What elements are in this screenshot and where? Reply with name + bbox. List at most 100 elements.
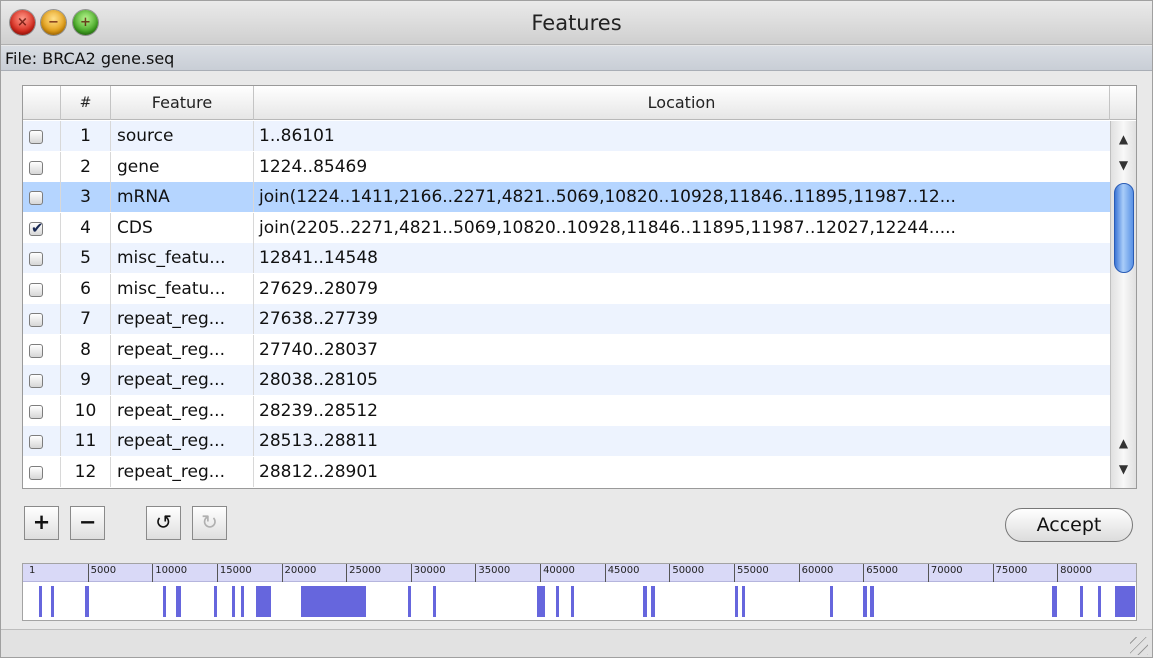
row-number: 2 <box>61 151 111 182</box>
row-checkbox[interactable] <box>29 252 43 266</box>
feature-segment[interactable] <box>214 586 218 617</box>
row-number: 12 <box>61 456 111 487</box>
window-title: Features <box>531 11 622 35</box>
table-row[interactable]: 6 misc_featu... 27629..28079 <box>23 273 1110 304</box>
row-location: 27740..28037 <box>259 339 378 360</box>
row-location: join(1224..1411,2166..2271,4821..5069,10… <box>259 187 956 207</box>
table-row[interactable]: 2 gene 1224..85469 <box>23 151 1110 182</box>
row-feature: CDS <box>111 212 254 243</box>
table-row[interactable]: 5 misc_featu... 12841..14548 <box>23 243 1110 274</box>
row-checkbox-cell <box>23 365 61 395</box>
row-checkbox[interactable] <box>29 160 43 175</box>
feature-segment[interactable] <box>1080 586 1084 617</box>
row-checkbox-cell <box>23 243 61 273</box>
row-location: 27629..28079 <box>259 278 378 299</box>
feature-segment[interactable] <box>432 586 436 617</box>
row-location: 28038..28105 <box>259 370 378 390</box>
file-label: File: BRCA2 gene.seq <box>1 46 1152 71</box>
title-bar[interactable]: × − + Features <box>1 1 1152 45</box>
features-table: # Feature Location 1 source 1..86101 2 gene 1… <box>22 85 1137 489</box>
row-checkbox-cell <box>23 273 61 304</box>
row-checkbox[interactable]: ✔ <box>29 219 44 237</box>
feature-segment[interactable] <box>863 586 868 617</box>
feature-segment[interactable] <box>829 586 833 617</box>
table-row[interactable]: 9 repeat_reg... 28038..28105 <box>23 365 1110 396</box>
ruler-tick-label: 40000 <box>540 564 575 582</box>
row-checkbox[interactable] <box>29 343 43 358</box>
table-row[interactable]: 1 source 1..86101 <box>23 121 1110 152</box>
feature-segment[interactable] <box>537 586 546 617</box>
scroll-down-arrow-icon[interactable]: ▼ <box>1111 457 1136 481</box>
ruler-tick-label: 15000 <box>216 564 252 582</box>
remove-feature-button[interactable]: − <box>70 506 105 540</box>
header-checkbox-column[interactable] <box>23 86 61 120</box>
scroll-thumb[interactable] <box>1114 183 1134 273</box>
scroll-up-arrow-icon[interactable]: ▲ <box>1111 431 1136 455</box>
row-location: 1224..85469 <box>259 156 368 177</box>
feature-segment[interactable] <box>408 586 412 617</box>
row-checkbox[interactable] <box>29 130 43 144</box>
row-checkbox[interactable] <box>29 282 43 297</box>
row-feature: misc_featu... <box>111 273 254 304</box>
feature-segment[interactable] <box>643 586 648 617</box>
feature-segment[interactable] <box>255 586 272 617</box>
feature-segment[interactable] <box>241 586 245 617</box>
add-feature-button[interactable]: + <box>24 506 59 540</box>
redo-button[interactable]: ↻ <box>192 506 227 540</box>
feature-track[interactable] <box>23 583 1136 620</box>
header-number[interactable]: # <box>61 86 111 120</box>
row-number: 7 <box>61 304 111 334</box>
feature-segment[interactable] <box>162 586 166 617</box>
row-number: 9 <box>61 365 111 395</box>
header-feature[interactable]: Feature <box>111 86 254 120</box>
feature-segment[interactable] <box>869 586 874 617</box>
feature-segment[interactable] <box>741 586 745 617</box>
row-checkbox[interactable] <box>29 435 43 449</box>
feature-segment[interactable] <box>232 586 236 617</box>
vertical-scrollbar[interactable]: ▲ ▼ ▲ ▼ <box>1110 121 1136 488</box>
scroll-up-arrow-icon[interactable]: ▲ <box>1111 127 1136 151</box>
feature-segment[interactable] <box>38 586 42 617</box>
feature-segment[interactable] <box>50 586 54 617</box>
scroll-down-arrow-icon[interactable]: ▼ <box>1111 153 1136 177</box>
feature-segment[interactable] <box>1115 586 1135 617</box>
feature-segment[interactable] <box>571 586 575 617</box>
table-row[interactable]: ✔ 4 CDS join(2205..2271,4821..5069,10820..1… <box>23 212 1110 243</box>
table-row[interactable]: 3 mRNA join(1224..1411,2166..2271,4821..50… <box>23 182 1110 213</box>
feature-segment[interactable] <box>300 586 366 617</box>
feature-segment[interactable] <box>85 586 89 617</box>
header-location[interactable]: Location <box>254 86 1110 120</box>
table-row[interactable]: 10 repeat_reg... 28239..28512 <box>23 395 1110 426</box>
row-checkbox-cell <box>23 334 61 365</box>
feature-segment[interactable] <box>1051 586 1058 617</box>
feature-segment[interactable] <box>735 586 739 617</box>
row-checkbox[interactable] <box>29 465 43 480</box>
ruler-tick-label: 50000 <box>669 564 704 582</box>
row-checkbox[interactable] <box>29 374 43 388</box>
feature-segment[interactable] <box>1098 586 1102 617</box>
table-row[interactable]: 8 repeat_reg... 27740..28037 <box>23 334 1110 365</box>
feature-segment[interactable] <box>651 586 656 617</box>
row-checkbox[interactable] <box>29 191 43 205</box>
ruler-tick-label: 60000 <box>798 564 833 582</box>
feature-map[interactable]: 1 5000 10000 15000 20000 25000 30000 35000 40000… <box>22 563 1137 621</box>
row-location: 28812..28901 <box>259 461 378 482</box>
table-row[interactable]: 12 repeat_reg... 28812..28901 <box>23 456 1110 487</box>
row-feature: gene <box>111 151 254 182</box>
row-checkbox[interactable] <box>29 404 43 419</box>
accept-button[interactable]: Accept <box>1005 508 1133 542</box>
feature-segment[interactable] <box>555 586 559 617</box>
ruler-tick-label: 75000 <box>992 564 1027 582</box>
resize-grip-icon[interactable] <box>1130 637 1148 655</box>
row-checkbox[interactable] <box>29 313 43 327</box>
undo-button[interactable]: ↺ <box>146 506 181 540</box>
row-checkbox-cell <box>23 426 61 456</box>
row-number: 11 <box>61 426 111 456</box>
row-number: 5 <box>61 243 111 273</box>
feature-segment[interactable] <box>177 586 181 617</box>
table-row[interactable]: 7 repeat_reg... 27638..27739 <box>23 304 1110 335</box>
row-checkbox-cell <box>23 121 61 151</box>
table-row[interactable]: 11 repeat_reg... 28513..28811 <box>23 426 1110 457</box>
status-bar <box>1 629 1152 657</box>
row-location: 28513..28811 <box>259 431 378 451</box>
